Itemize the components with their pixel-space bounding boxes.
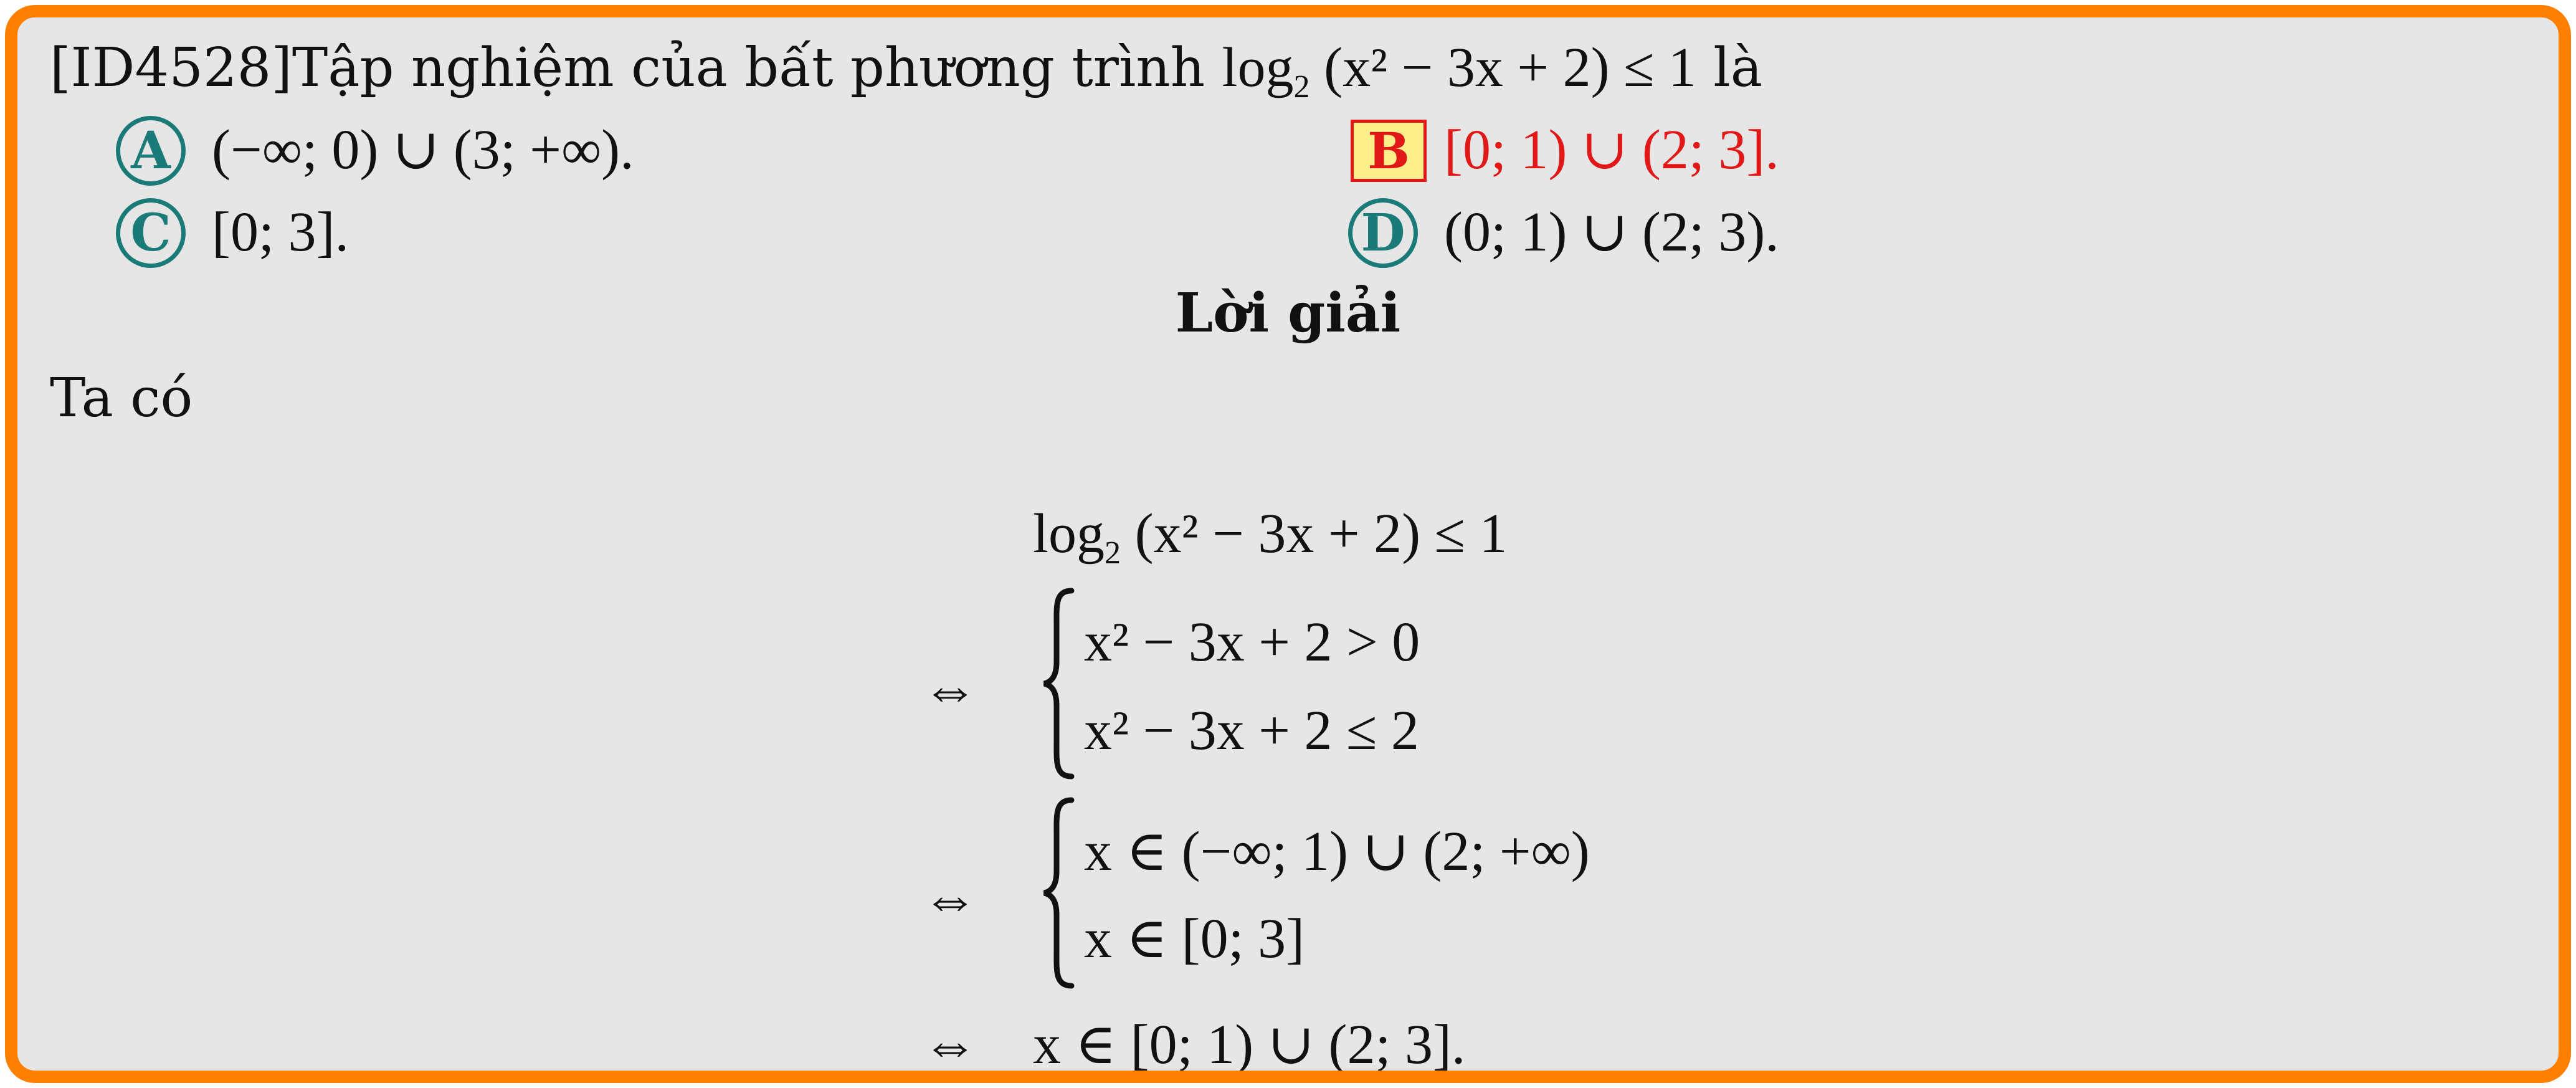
question-suffix: là: [1696, 37, 1763, 99]
equiv-symbol-1: ⇔: [922, 659, 978, 720]
system-1-row-1: x² − 3x + 2 > 0: [1084, 611, 1420, 673]
solution-line-1: log2 (x² − 3x + 2) ≤ 1: [1033, 503, 1508, 570]
option-d-badge[interactable]: D: [1348, 198, 1418, 268]
option-d-text[interactable]: (0; 1) ∪ (2; 3).: [1444, 204, 1779, 260]
question-card: [ID4528]Tập nghiệm của bất phương trình …: [5, 5, 2571, 1083]
solution-final: x ∈ [0; 1) ∪ (2; 3].: [1033, 1014, 1466, 1076]
question-text: [ID4528]Tập nghiệm của bất phương trình …: [50, 37, 1763, 103]
option-a-letter: A: [131, 121, 171, 181]
left-brace-1: [1043, 588, 1075, 780]
equiv-symbol-3: ⇔: [922, 1014, 978, 1076]
option-c-badge[interactable]: C: [116, 198, 186, 268]
question-expression: (x² − 3x + 2) ≤ 1: [1324, 37, 1696, 98]
log-word: log: [1222, 37, 1294, 98]
left-brace-2: [1043, 797, 1075, 989]
solution-line-1-expr: (x² − 3x + 2) ≤ 1: [1134, 503, 1508, 565]
system-2-row-2: x ∈ [0; 3]: [1084, 908, 1305, 970]
system-2-row-1: x ∈ (−∞; 1) ∪ (2; +∞): [1084, 821, 1590, 882]
option-b-letter: B: [1367, 122, 1410, 180]
option-d-letter: D: [1361, 203, 1405, 263]
solution-intro: Ta có: [50, 367, 193, 429]
option-b-badge[interactable]: B: [1351, 120, 1427, 182]
solution-heading: Lời giải: [1175, 282, 1401, 345]
option-a-text[interactable]: (−∞; 0) ∪ (3; +∞).: [212, 122, 634, 178]
option-c-text[interactable]: [0; 3].: [212, 204, 349, 260]
question-prefix: [ID4528]Tập nghiệm của bất phương trình: [50, 37, 1222, 99]
option-a-badge[interactable]: A: [116, 116, 186, 186]
solution-log-word: log: [1033, 503, 1105, 565]
option-b-text[interactable]: [0; 1) ∪ (2; 3].: [1444, 122, 1779, 178]
log-base: 2: [1293, 69, 1310, 105]
solution-log-base: 2: [1105, 535, 1121, 571]
equiv-symbol-2: ⇔: [922, 868, 978, 930]
option-c-letter: C: [130, 203, 171, 263]
system-1-row-2: x² − 3x + 2 ≤ 2: [1084, 700, 1419, 761]
